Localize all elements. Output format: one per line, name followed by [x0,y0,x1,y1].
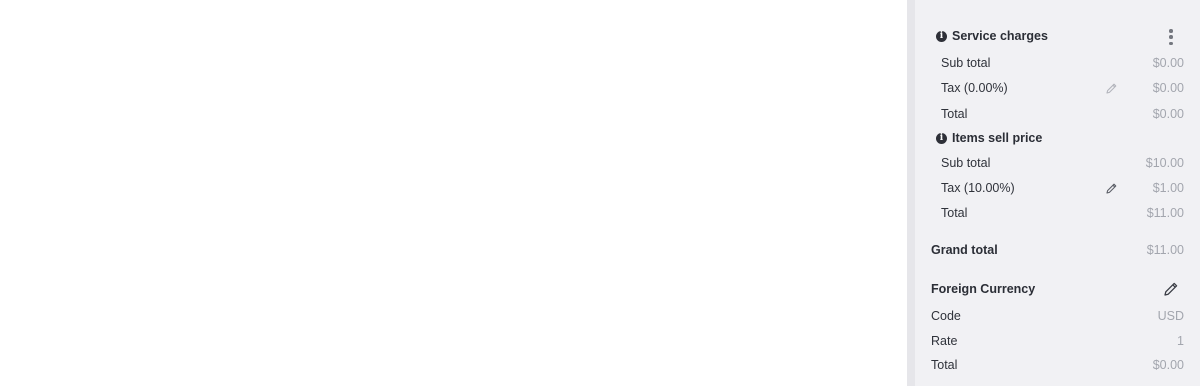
edit-foreign-currency-pencil-icon[interactable] [1162,280,1180,298]
items-subtotal-row: Sub total $10.00 [915,153,1200,173]
service-charges-header: i Service charges [915,26,1200,46]
main-content-area [0,0,907,386]
currency-code-row: Code USD [915,306,1200,326]
currency-total-row: Total $0.00 [915,355,1200,375]
currency-rate-value: 1 [1177,334,1184,348]
items-subtotal-value: $10.00 [1145,156,1184,170]
grand-total-label: Grand total [931,243,998,257]
service-total-label: Total [941,107,968,121]
currency-code-label: Code [931,309,961,323]
service-charges-tax-row: Tax (0.00%) $0.00 [915,78,1200,98]
service-tax-value: $0.00 [1152,81,1184,95]
more-options-icon[interactable] [1168,29,1174,45]
items-sell-price-title: i Items sell price [936,131,1042,145]
service-subtotal-label: Sub total [941,56,991,70]
service-charges-title: i Service charges [936,29,1048,43]
currency-code-value: USD [1157,309,1184,323]
items-tax-value: $1.00 [1152,181,1184,195]
panel-divider [907,0,915,386]
currency-rate-row: Rate 1 [915,331,1200,351]
foreign-currency-header: Foreign Currency [915,279,1200,299]
items-tax-label: Tax (10.00%) [941,181,1015,195]
service-subtotal-value: $0.00 [1152,56,1184,70]
foreign-currency-title: Foreign Currency [931,282,1036,296]
service-total-value: $0.00 [1152,107,1184,121]
service-tax-label: Tax (0.00%) [941,81,1008,95]
currency-rate-label: Rate [931,334,958,348]
items-total-row: Total $11.00 [915,203,1200,223]
info-icon[interactable]: i [936,30,947,42]
items-total-value: $11.00 [1146,206,1184,220]
grand-total-row: Grand total $11.00 [915,240,1200,260]
pricing-summary-panel: i Service charges Sub total $0.00 Tax (0… [915,0,1200,386]
service-charges-title-text: Service charges [952,29,1048,43]
edit-tax-pencil-icon[interactable] [1105,182,1118,195]
info-icon[interactable]: i [936,132,947,144]
items-total-label: Total [941,206,968,220]
service-charges-total-row: Total $0.00 [915,104,1200,124]
currency-total-value: $0.00 [1152,358,1184,372]
items-subtotal-label: Sub total [941,156,991,170]
service-charges-subtotal-row: Sub total $0.00 [915,53,1200,73]
items-sell-price-title-text: Items sell price [952,131,1043,145]
currency-total-label: Total [931,358,958,372]
edit-tax-pencil-icon[interactable] [1105,82,1118,95]
items-sell-price-header: i Items sell price [915,128,1200,148]
items-tax-row: Tax (10.00%) $1.00 [915,178,1200,198]
grand-total-value: $11.00 [1146,243,1184,257]
